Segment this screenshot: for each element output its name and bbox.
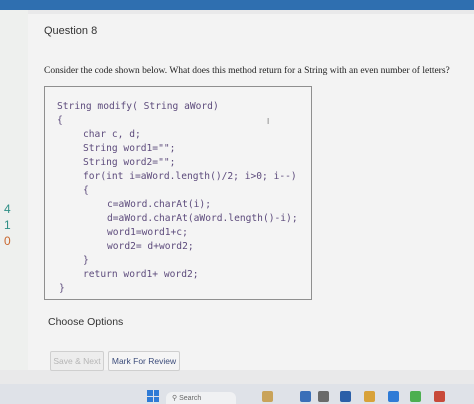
- app-icon[interactable]: [340, 391, 351, 402]
- code-line: {: [57, 115, 63, 126]
- code-line: String modify( String aWord): [57, 101, 219, 112]
- code-line: String word1="";: [83, 143, 176, 154]
- code-line: String word2="";: [83, 157, 176, 168]
- side-number: 0: [4, 234, 11, 248]
- windows-start-icon[interactable]: [147, 390, 159, 402]
- top-accent-bar: [0, 0, 474, 10]
- app-icon[interactable]: [410, 391, 421, 402]
- options-heading: Choose Options: [48, 316, 124, 328]
- search-label: Search: [179, 395, 202, 402]
- code-line: return word1+ word2;: [83, 269, 199, 280]
- code-line: word1=word1+c;: [107, 227, 188, 238]
- code-line: {: [83, 185, 89, 196]
- app-icon[interactable]: [434, 391, 445, 402]
- search-icon: ⚲: [172, 395, 178, 402]
- code-line: word2= d+word2;: [107, 241, 194, 252]
- app-icon[interactable]: [318, 391, 329, 402]
- code-line: c=aWord.charAt(i);: [107, 199, 211, 210]
- taskbar-search[interactable]: ⚲ Search: [166, 392, 236, 404]
- code-line: for(int i=aWord.length()/2; i>0; i--): [83, 171, 297, 182]
- code-line: d=aWord.charAt(aWord.length()-i);: [107, 213, 298, 224]
- question-title: Question 8: [44, 25, 98, 37]
- code-line: }: [83, 255, 89, 266]
- app-icon[interactable]: [388, 391, 399, 402]
- taskbar: [0, 384, 474, 404]
- side-number: 1: [4, 218, 11, 232]
- app-icon[interactable]: [262, 391, 273, 402]
- code-block: String modify( String aWord) { I char c,…: [44, 86, 312, 300]
- text-cursor-icon: I: [267, 117, 270, 126]
- mark-review-button[interactable]: Mark For Review: [108, 351, 180, 371]
- left-gutter: [0, 10, 28, 370]
- app-icon[interactable]: [364, 391, 375, 402]
- app-icon[interactable]: [300, 391, 311, 402]
- question-text: Consider the code shown below. What does…: [44, 66, 450, 76]
- save-next-button[interactable]: Save & Next: [50, 351, 104, 371]
- code-line: char c, d;: [83, 129, 141, 140]
- side-number: 4: [4, 202, 11, 216]
- code-line: }: [59, 283, 65, 294]
